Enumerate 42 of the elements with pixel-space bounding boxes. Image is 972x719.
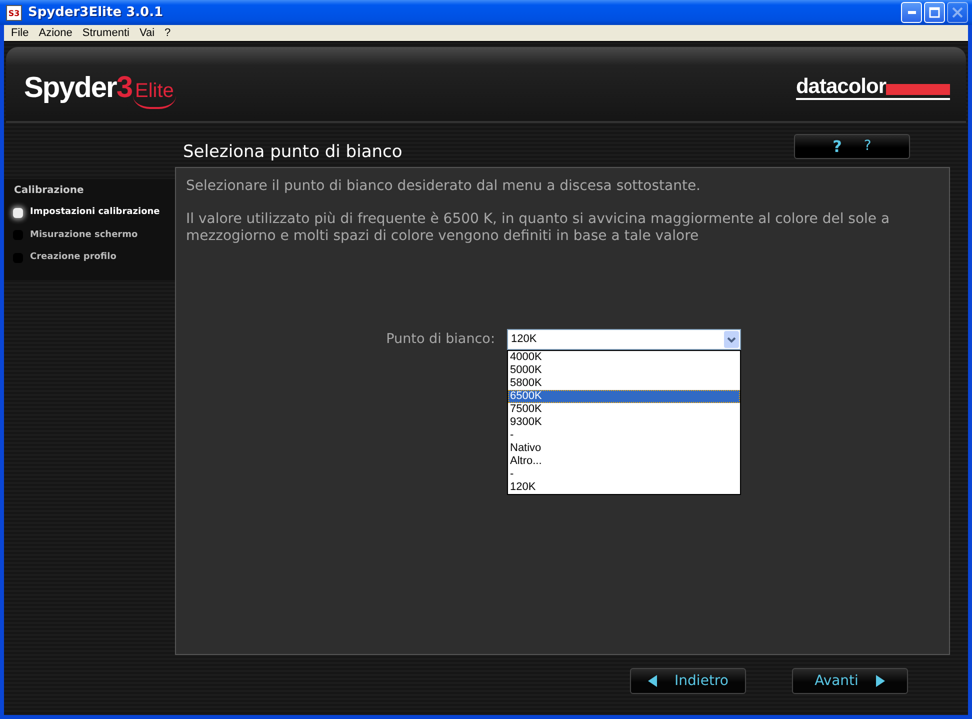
app-icon: S3: [6, 4, 22, 20]
paragraph: Il valore utilizzato più di frequente è 6500 K, in quanto si avvicina maggiormente al colore del sole a mezzogiorno e molti spazi di colore vengono definiti in base a tale valore: [186, 211, 891, 245]
dropdown-option[interactable]: Altro...: [508, 455, 740, 468]
close-button[interactable]: [947, 2, 968, 23]
page-title: Seleziona punto di bianco: [183, 140, 402, 164]
menu-item[interactable]: ?: [160, 25, 176, 41]
sidebar-heading: Calibrazione: [14, 184, 85, 198]
back-button[interactable]: Indietro: [630, 668, 746, 694]
dropdown-option[interactable]: Nativo: [508, 442, 740, 455]
caret-icon: [727, 336, 736, 342]
dropdown-option[interactable]: 9300K: [508, 416, 740, 429]
next-button[interactable]: Avanti: [792, 668, 908, 694]
window-title: Spyder3Elite 3.0.1: [28, 4, 164, 22]
minimize-button[interactable]: [901, 2, 922, 23]
dropdown-option[interactable]: 5800K: [508, 377, 740, 390]
maximize-icon: [929, 7, 940, 18]
brand-logo: datacolor: [796, 76, 950, 100]
right-arrow-icon: [876, 675, 886, 687]
menu-item[interactable]: Vai: [134, 25, 160, 41]
field-label: Punto di bianco:: [385, 330, 495, 350]
dropdown-option[interactable]: 6500K: [508, 390, 740, 403]
left-arrow-icon: [648, 675, 657, 687]
help-button[interactable]: ? ?: [794, 134, 910, 159]
sidebar-item[interactable]: Creazione profilo: [13, 251, 175, 264]
dropdown-field[interactable]: 120K: [507, 329, 741, 350]
sidebar-item[interactable]: Misurazione schermo: [13, 228, 175, 242]
dropdown-option[interactable]: 120K: [508, 481, 740, 494]
paragraph: Selezionare il punto di bianco desiderato dal menu a discesa sottostante.: [186, 178, 702, 195]
sidebar-item[interactable]: Impostazioni calibrazione: [13, 206, 175, 220]
dropdown-option[interactable]: 5000K: [508, 364, 740, 377]
dropdown-option[interactable]: 7500K: [508, 403, 740, 416]
dropdown-option[interactable]: -: [508, 429, 740, 442]
minimize-icon: [908, 11, 916, 14]
dropdown-toggle-button[interactable]: [724, 331, 739, 348]
dropdown-option[interactable]: -: [508, 468, 740, 481]
menu-item[interactable]: Strumenti: [77, 25, 134, 41]
logo: Spyder3 Elite: [24, 65, 176, 111]
menu-item[interactable]: File: [6, 25, 34, 41]
maximize-button[interactable]: [924, 2, 945, 23]
menu-item[interactable]: Azione: [34, 25, 78, 41]
close-icon: [952, 7, 963, 18]
dropdown-option[interactable]: 4000K: [508, 351, 740, 364]
